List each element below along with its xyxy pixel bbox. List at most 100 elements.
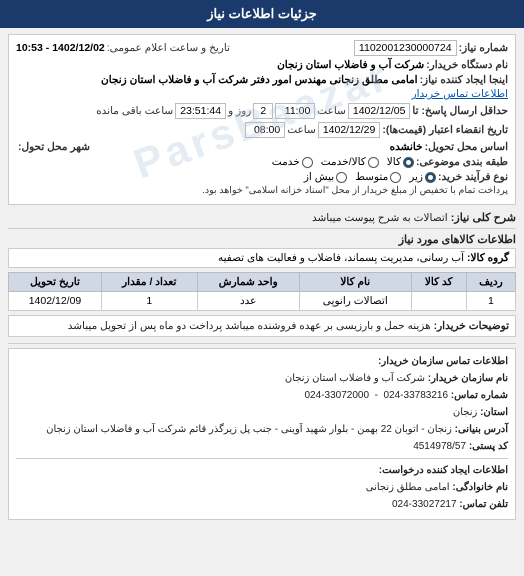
contact-person-value: امامی مطلق زنجانی bbox=[366, 482, 450, 493]
page-title: جزئیات اطلاعات نیاز bbox=[207, 6, 317, 21]
category-option-kala-khadamat[interactable]: کالا/خدمت bbox=[321, 156, 379, 168]
sharh-section: شرح کلی نیاز: اتصالات به شرح پیوست میباش… bbox=[8, 211, 516, 224]
purchase-type-bish[interactable]: بیش از bbox=[304, 171, 347, 183]
contact-postal-row: کد پستی: 4514978/57 bbox=[16, 439, 508, 454]
requester-value: امامی مطلق زنجانی مهندس امور دفتر شرکت آ… bbox=[101, 74, 418, 86]
page-container: جزئیات اطلاعات نیاز ParsBaazar شماره نیا… bbox=[0, 0, 524, 526]
contact-phone1-value: 33783216-024 bbox=[383, 390, 448, 401]
contact-province-value: زنجان bbox=[453, 407, 477, 418]
page-header: جزئیات اطلاعات نیاز bbox=[0, 0, 524, 28]
col-header-name: نام کالا bbox=[299, 273, 411, 292]
row-validity: تاریخ انقضاء اعتبار (قیمت‌ها): 1402/12/2… bbox=[16, 122, 508, 138]
table-cell-code bbox=[411, 292, 466, 311]
deadline-time-label: ساعت bbox=[317, 105, 346, 117]
deadline-time: 11:00 bbox=[275, 103, 315, 119]
radio-kala bbox=[403, 157, 414, 168]
datetime-value: 1402/12/02 - 10:53 bbox=[16, 42, 105, 54]
radio-motavasset bbox=[390, 172, 401, 183]
contact-postal-label: کد پستی: bbox=[469, 441, 508, 452]
row-deadline: حداقل ارسال پاسخ: تا 1402/12/05 ساعت 11:… bbox=[16, 103, 508, 119]
kala-info-label: اطلاعات کالاهای مورد نیاز bbox=[8, 233, 516, 246]
table-cell-date: 1402/12/09 bbox=[9, 292, 102, 311]
col-header-qty: تعداد / مقدار bbox=[101, 273, 197, 292]
contact-link[interactable]: اطلاعات تماس خریدار bbox=[412, 88, 508, 100]
purchase-type-radio-group: زیر متوسط بیش از bbox=[304, 171, 436, 183]
purchase-type-motavasset[interactable]: متوسط bbox=[355, 171, 401, 183]
contact-phone1-label: شماره تماس: bbox=[451, 390, 508, 401]
col-header-code: کد کالا bbox=[411, 273, 466, 292]
city-label: شهر محل تحول: bbox=[18, 141, 90, 153]
radio-khadamat bbox=[302, 157, 313, 168]
validity-time: 08:00 bbox=[245, 122, 285, 138]
sharh-label: شرح کلی نیاز: bbox=[451, 212, 516, 224]
table-row: 1اتصالات رانوپیعدد11402/12/09 bbox=[9, 292, 516, 311]
purchase-type-zir[interactable]: زیر bbox=[409, 171, 436, 183]
purchase-type-motavasset-label: متوسط bbox=[355, 171, 388, 183]
radio-bish bbox=[336, 172, 347, 183]
group-kala-box: گروه کالا: آب رسانی، مدیریت پسماند، فاضل… bbox=[8, 248, 516, 268]
purchase-type-desc: پرداخت تمام با تخفیص از مبلغ خریدار از م… bbox=[202, 185, 508, 196]
contact-title: اطلاعات تماس سازمان خریدار: bbox=[378, 356, 508, 367]
row-category: طبقه بندی موضوعی: کالا کالا/خدمت خدمت bbox=[16, 156, 508, 168]
purchase-type-bish-label: بیش از bbox=[304, 171, 334, 183]
validity-date: 1402/12/29 bbox=[318, 122, 381, 138]
contact-phone-row: شماره تماس: 33783216-024 - 33072000-024 bbox=[16, 388, 508, 403]
validity-time-label: ساعت bbox=[287, 124, 316, 136]
contact-postal-value: 4514978/57 bbox=[413, 441, 466, 452]
contact-address-value: زنجان - اتوبان 22 بهمن - بلوار شهید آوین… bbox=[46, 424, 452, 435]
row-registrar: نام دستگاه خریدار: شرکت آب و فاضلاب استا… bbox=[16, 59, 508, 71]
contact-person-row: نام خانوادگی: امامی مطلق زنجانی bbox=[16, 480, 508, 495]
category-radio-group: کالا کالا/خدمت خدمت bbox=[272, 156, 414, 168]
contact-box: اطلاعات تماس سازمان خریدار: نام سازمان خ… bbox=[8, 348, 516, 520]
category-kala-khadamat-label: کالا/خدمت bbox=[321, 156, 366, 168]
contact-province-label: استان: bbox=[480, 407, 508, 418]
sharh-value: اتصالات به شرح پیوست میباشد bbox=[312, 212, 448, 224]
radio-kala-khadamat bbox=[368, 157, 379, 168]
requester-label: اینجا ایجاد کننده نیاز: bbox=[420, 74, 508, 86]
purchase-type-label: نوع فرآیند خرید: bbox=[438, 171, 508, 183]
contact-requester-org-label: اطلاعات ایجاد کننده درخواست: bbox=[379, 465, 508, 476]
divider-1 bbox=[8, 228, 516, 229]
note-label: توضیحات خریدار: bbox=[434, 320, 509, 332]
col-header-date: تاریخ تحویل bbox=[9, 273, 102, 292]
contact-contact-phone-value: 33027217-024 bbox=[392, 499, 457, 510]
table-cell-unit: عدد bbox=[197, 292, 299, 311]
contact-contact-phone-row: تلفن تماس: 33027217-024 bbox=[16, 497, 508, 512]
delivery-value: خانشده bbox=[390, 141, 423, 153]
group-kala-label: گروه کالا: bbox=[467, 252, 509, 264]
category-option-khadamat[interactable]: خدمت bbox=[272, 156, 313, 168]
row-delivery: اساس محل تحویل: خانشده شهر محل تحول: bbox=[16, 141, 508, 153]
contact-buyer-name-row: نام سازمان خریدار: شرکت آب و فاضلاب استا… bbox=[16, 371, 508, 386]
deadline-date: 1402/12/05 bbox=[348, 103, 411, 119]
contact-buyer-name-label: نام سازمان خریدار: bbox=[428, 373, 508, 384]
divider-2 bbox=[8, 343, 516, 344]
table-cell-row: 1 bbox=[466, 292, 515, 311]
deadline-remaining: 2 bbox=[253, 103, 273, 119]
category-kala-label: کالا bbox=[387, 156, 401, 168]
deadline-label: حداقل ارسال پاسخ: تا bbox=[412, 105, 508, 117]
main-content: ParsBaazar شماره نیاز: 1102001230000724 … bbox=[0, 28, 524, 526]
registrar-value: شرکت آب و فاضلاب استان زنجان bbox=[277, 59, 424, 71]
table-header-row: ردیف کد کالا نام کالا واحد شمارش تعداد /… bbox=[9, 273, 516, 292]
deadline-remaining-label: روز و bbox=[228, 105, 251, 117]
datetime-label: تاریخ و ساعت اعلام عمومی: bbox=[107, 42, 230, 54]
category-option-kala[interactable]: کالا bbox=[387, 156, 414, 168]
category-label: طبقه بندی موضوعی: bbox=[416, 156, 508, 168]
delivery-label: اساس محل تحویل: bbox=[425, 141, 508, 153]
contact-requester-label-row: اطلاعات ایجاد کننده درخواست: bbox=[16, 463, 508, 478]
validity-label: تاریخ انقضاء اعتبار (قیمت‌ها): bbox=[382, 124, 508, 136]
contact-address-label: آدرس بنیانی: bbox=[455, 424, 508, 435]
deadline-remaining-suffix: ساعت باقی مانده bbox=[96, 105, 173, 117]
row-niar-number: شماره نیاز: 1102001230000724 تاریخ و ساع… bbox=[16, 40, 508, 56]
contact-person-label: نام خانوادگی: bbox=[452, 482, 508, 493]
items-table: ردیف کد کالا نام کالا واحد شمارش تعداد /… bbox=[8, 272, 516, 311]
col-header-row: ردیف bbox=[466, 273, 515, 292]
col-header-unit: واحد شمارش bbox=[197, 273, 299, 292]
niar-number-label: شماره نیاز: bbox=[459, 42, 508, 54]
note-value: هزینه حمل و بارزیسی بر عهده فروشنده میبا… bbox=[68, 320, 431, 332]
divider-contact bbox=[16, 458, 508, 459]
contact-phone2-value: 33072000-024 bbox=[305, 390, 370, 401]
note-box: توضیحات خریدار: هزینه حمل و بارزیسی بر ع… bbox=[8, 315, 516, 337]
contact-contact-phone-label: تلفن تماس: bbox=[459, 499, 508, 510]
category-khadamat-label: خدمت bbox=[272, 156, 300, 168]
